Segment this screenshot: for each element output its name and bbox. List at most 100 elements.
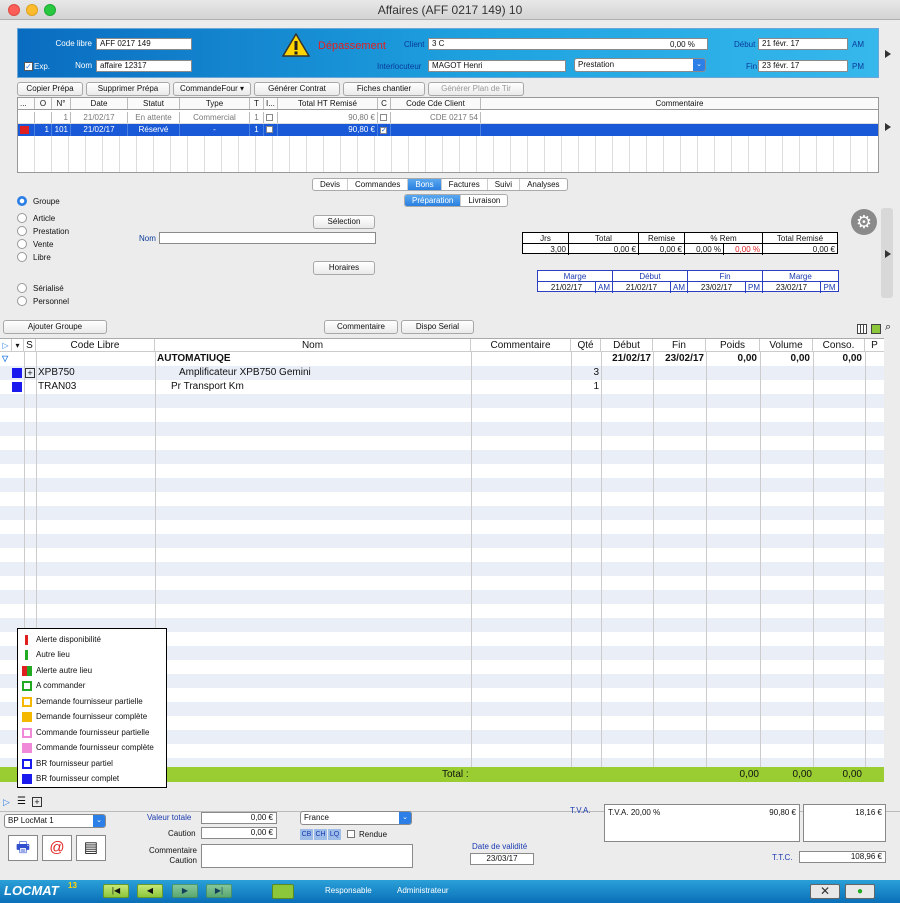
supprimer-prepa-button[interactable]: Supprimer Prépa: [86, 82, 170, 96]
horaires-button[interactable]: Horaires: [313, 261, 375, 275]
col-i[interactable]: I...: [264, 98, 278, 109]
debut-field[interactable]: 21 févr. 17: [758, 38, 848, 50]
row-qte[interactable]: 3: [571, 366, 599, 380]
selection-button[interactable]: Sélection: [313, 215, 375, 229]
group-row[interactable]: ▽ AUTOMATIUQE 21/02/17 23/02/17 0,00 0,0…: [0, 352, 884, 366]
fiches-chantier-button[interactable]: Fiches chantier: [343, 82, 425, 96]
col-qte[interactable]: Qté: [571, 339, 601, 352]
sort-icon[interactable]: ▾: [12, 339, 24, 352]
dates-marge2-period[interactable]: PM: [821, 282, 838, 293]
radio-libre[interactable]: [17, 252, 27, 262]
table-row[interactable]: + XPB750 Amplificateur XPB750 Gemini 3: [0, 366, 884, 380]
col-conso[interactable]: Conso.: [813, 339, 865, 352]
tab-factures[interactable]: Factures: [442, 179, 488, 190]
col-c[interactable]: C: [378, 98, 391, 109]
col-commentaire-main[interactable]: Commentaire: [471, 339, 571, 352]
expand-row-icon[interactable]: +: [25, 368, 35, 378]
email-icon[interactable]: @: [42, 835, 72, 861]
ch-toggle[interactable]: CH: [314, 829, 327, 840]
interlocuteur-field[interactable]: MAGOT Henri: [428, 60, 566, 72]
col-s[interactable]: S: [24, 339, 36, 352]
tab-analyses[interactable]: Analyses: [520, 179, 566, 190]
cancel-icon[interactable]: ✕: [810, 884, 840, 899]
list-icon[interactable]: ☰: [17, 796, 26, 807]
pays-select[interactable]: France ⌄: [300, 811, 412, 825]
responsable-link[interactable]: Responsable: [325, 886, 372, 895]
commentaire-button[interactable]: Commentaire: [324, 320, 398, 334]
nom-search-field[interactable]: [159, 232, 376, 244]
dates-fin-period[interactable]: PM: [746, 282, 763, 293]
col-volume[interactable]: Volume: [760, 339, 813, 352]
radio-vente[interactable]: [17, 239, 27, 249]
row-qte[interactable]: 1: [571, 380, 599, 394]
print-icon[interactable]: 🖶: [8, 835, 38, 861]
options-expand-arrow[interactable]: [885, 250, 891, 258]
tab-bons[interactable]: Bons: [408, 179, 442, 190]
fin-period[interactable]: PM: [852, 62, 864, 71]
col-nom[interactable]: Nom: [155, 339, 471, 352]
table-row[interactable]: TRAN03 Pr Transport Km 1: [0, 380, 884, 394]
col-type[interactable]: Type: [180, 98, 250, 109]
col-poids[interactable]: Poids: [706, 339, 760, 352]
add-row-icon[interactable]: +: [32, 797, 42, 807]
prep-expand-arrow[interactable]: [885, 123, 891, 131]
last-record-button[interactable]: ▶|: [206, 884, 232, 898]
header-expand-arrow[interactable]: [885, 50, 891, 58]
dates-fin-value[interactable]: 23/02/17: [688, 282, 746, 293]
prestation-select[interactable]: Prestation ⌄: [574, 58, 706, 72]
zoom-window-button[interactable]: [44, 4, 56, 16]
prep-row-1-i-checkbox[interactable]: [264, 112, 278, 123]
color-legend-icon[interactable]: [871, 324, 881, 334]
col-debut[interactable]: Début: [601, 339, 653, 352]
previous-record-button[interactable]: ◀: [137, 884, 163, 898]
radio-article[interactable]: [17, 213, 27, 223]
col-code-libre[interactable]: Code Libre: [36, 339, 155, 352]
debut-period[interactable]: AM: [852, 40, 864, 49]
col-n[interactable]: N°: [52, 98, 71, 109]
gear-icon[interactable]: ⚙: [851, 209, 877, 235]
tab-devis[interactable]: Devis: [313, 179, 349, 190]
commande-four-menu[interactable]: CommandeFour ▾: [173, 82, 251, 96]
dispo-serial-button[interactable]: Dispo Serial: [401, 320, 474, 334]
date-validite-field[interactable]: 23/03/17: [470, 853, 534, 865]
validate-icon[interactable]: ●: [845, 884, 875, 899]
depot-select[interactable]: BP LocMat 1 ⌄: [4, 814, 106, 828]
caution-field[interactable]: 0,00 €: [201, 827, 277, 839]
tab-commandes[interactable]: Commandes: [348, 179, 409, 190]
tab-suivi[interactable]: Suivi: [488, 179, 521, 190]
expand-all-icon[interactable]: ▷: [0, 339, 12, 352]
nom-field[interactable]: affaire 12317: [96, 60, 192, 72]
col-menu[interactable]: ...: [18, 98, 35, 109]
col-fin[interactable]: Fin: [653, 339, 706, 352]
col-date[interactable]: Date: [71, 98, 128, 109]
radio-prestation[interactable]: [17, 226, 27, 236]
col-code-cde[interactable]: Code Cde Client: [391, 98, 481, 109]
valeur-totale-field[interactable]: 0,00 €: [201, 812, 277, 824]
dates-marge-period[interactable]: AM: [596, 282, 613, 293]
radio-groupe[interactable]: [17, 196, 27, 206]
grid-view-icon[interactable]: [857, 324, 867, 334]
prep-row-2[interactable]: 1 101 21/02/17 Réservé - 1 90,80 € ✓: [18, 124, 878, 136]
prep-row-1[interactable]: 1 21/02/17 En attente Commercial 1 90,80…: [18, 112, 878, 124]
cb-toggle[interactable]: CB: [300, 829, 313, 840]
col-commentaire[interactable]: Commentaire: [481, 98, 878, 109]
dates-marge-value[interactable]: 21/02/17: [538, 282, 596, 293]
minimize-window-button[interactable]: [26, 4, 38, 16]
zoom-icon[interactable]: ⌕: [885, 321, 891, 334]
exp-checkbox[interactable]: ✓: [24, 62, 33, 71]
dates-debut-period[interactable]: AM: [671, 282, 688, 293]
administrateur-link[interactable]: Administrateur: [397, 886, 449, 895]
group-collapse-icon[interactable]: ▽: [2, 352, 8, 366]
printer-icon[interactable]: ▤: [76, 835, 106, 861]
dates-debut-value[interactable]: 21/02/17: [613, 282, 671, 293]
prep-row-1-c-checkbox[interactable]: [378, 112, 391, 123]
generer-plan-de-tir-button[interactable]: Générer Plan de Tir: [428, 82, 524, 96]
prep-row-2-c-checkbox[interactable]: ✓: [378, 124, 391, 136]
generer-contrat-button[interactable]: Générer Contrat: [254, 82, 340, 96]
col-p[interactable]: P: [865, 339, 884, 352]
fin-field[interactable]: 23 févr. 17: [758, 60, 848, 72]
client-field[interactable]: 3 C: [428, 38, 708, 50]
first-record-button[interactable]: |◀: [103, 884, 129, 898]
prep-row-2-i-checkbox[interactable]: [264, 124, 278, 136]
ajouter-groupe-button[interactable]: Ajouter Groupe: [3, 320, 107, 334]
